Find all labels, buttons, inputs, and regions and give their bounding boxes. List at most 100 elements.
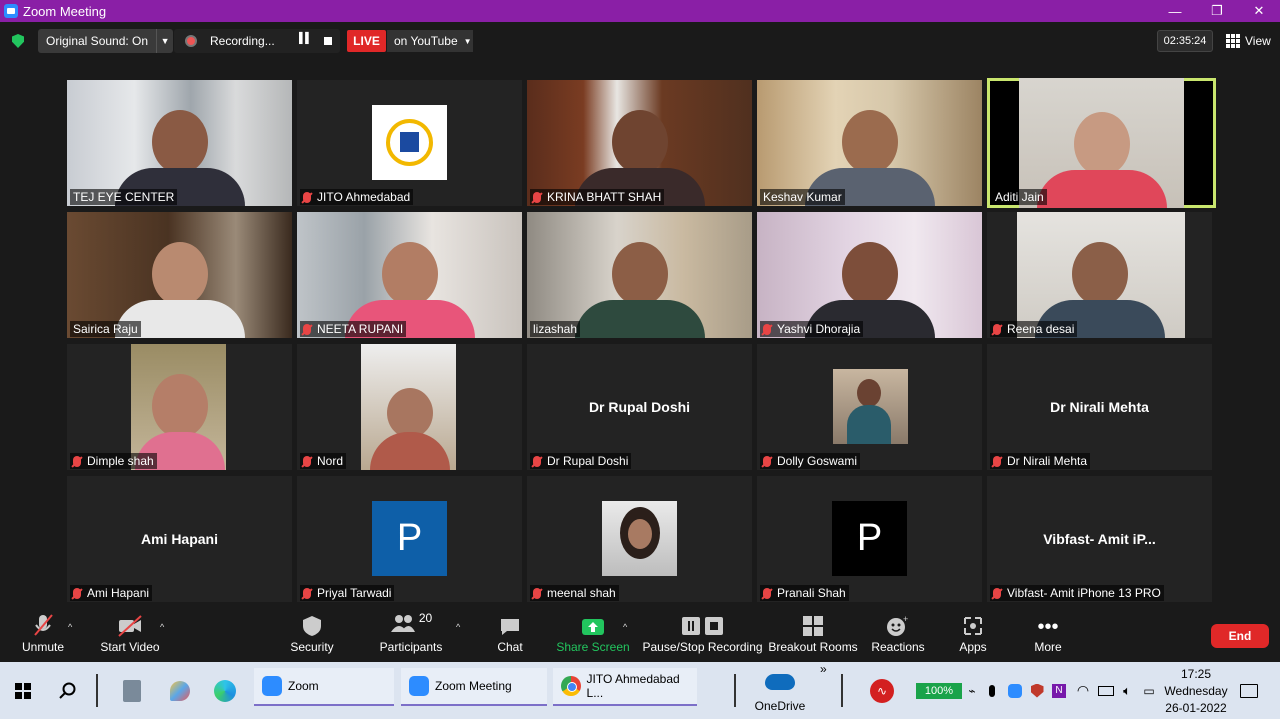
apps-button[interactable]: Apps	[953, 609, 993, 662]
usb-icon[interactable]: ⌁	[964, 662, 980, 719]
breakout-rooms-button[interactable]: Breakout Rooms	[768, 609, 858, 662]
onedrive-cloud-icon	[765, 674, 795, 690]
muted-mic-icon	[533, 455, 541, 467]
participant-name: Dr Rupal Doshi	[530, 453, 632, 469]
share-screen-icon	[582, 619, 604, 635]
livestream-target-dropdown[interactable]: on YouTube ▼	[387, 30, 473, 52]
video-tile[interactable]: Reena desai	[987, 212, 1212, 338]
reactions-button[interactable]: + Reactions	[871, 609, 924, 662]
search-button[interactable]	[56, 662, 80, 719]
chat-button[interactable]: Chat	[490, 609, 530, 662]
share-screen-button[interactable]: Share Screen	[556, 609, 630, 662]
zoom-tray-icon[interactable]	[1006, 662, 1024, 719]
onenote-icon[interactable]: N	[1050, 662, 1068, 719]
chevron-up-icon[interactable]: ^	[456, 622, 460, 632]
start-video-button[interactable]: Start Video	[100, 609, 160, 662]
unmute-label: Unmute	[21, 640, 65, 654]
muted-mic-icon	[763, 455, 771, 467]
video-tile[interactable]: P Priyal Tarwadi	[297, 476, 522, 602]
microphone-icon[interactable]	[984, 662, 1000, 719]
participants-button[interactable]: 20 Participants	[380, 609, 443, 662]
participant-name: Dr Nirali Mehta	[990, 453, 1091, 469]
volume-icon[interactable]: 🔈︎	[1118, 662, 1136, 719]
notifications-icon[interactable]	[1238, 662, 1260, 719]
muted-mic-icon	[73, 587, 81, 599]
minimize-button[interactable]: —	[1154, 0, 1196, 22]
muted-mic-icon	[34, 614, 53, 636]
security-button[interactable]: Security	[286, 609, 338, 662]
windows-taskbar: Zoom Zoom Meeting JITO Ahmedabad L... » …	[0, 662, 1280, 719]
more-dots-icon: •••	[1037, 616, 1059, 638]
paint-app-icon[interactable]	[168, 662, 192, 719]
maximize-button[interactable]: ❐	[1196, 0, 1238, 22]
chevron-up-icon[interactable]: ^	[623, 622, 627, 632]
participant-display-name: Dr Rupal Doshi	[588, 399, 691, 415]
video-tile[interactable]: Dr Rupal Doshi Dr Rupal Doshi	[527, 344, 752, 470]
health-monitor-icon[interactable]: ∿	[868, 662, 896, 719]
chevron-down-icon: ▼	[463, 36, 472, 46]
active-speaker-tile[interactable]: Aditi Jain	[987, 78, 1216, 208]
video-tile[interactable]: TEJ EYE CENTER	[67, 80, 292, 206]
taskbar-app-label: Zoom	[288, 679, 319, 693]
battery-icon[interactable]	[1096, 662, 1116, 719]
chevron-down-icon[interactable]: ▼	[156, 29, 173, 53]
unmute-button[interactable]: Unmute	[20, 609, 66, 662]
video-tile[interactable]: Dolly Goswami	[757, 344, 982, 470]
view-button[interactable]: View	[1226, 30, 1271, 52]
calculator-app-icon[interactable]	[120, 662, 144, 719]
onedrive-button[interactable]: OneDrive	[752, 670, 808, 716]
taskbar-divider	[96, 674, 98, 707]
more-button[interactable]: ••• More	[1028, 609, 1068, 662]
participant-name: JITO Ahmedabad	[300, 189, 414, 205]
edge-browser-icon[interactable]	[212, 662, 238, 719]
taskbar-divider	[734, 674, 736, 707]
muted-mic-icon	[993, 587, 1001, 599]
taskbar-app-chrome[interactable]: JITO Ahmedabad L...	[553, 668, 697, 706]
original-sound-toggle[interactable]: Original Sound: On ▼	[38, 29, 174, 53]
taskbar-app-zoom[interactable]: Zoom	[254, 668, 394, 706]
taskbar-app-label: Zoom Meeting	[435, 679, 512, 693]
participant-photo	[833, 369, 908, 444]
muted-mic-icon	[763, 587, 771, 599]
live-badge: LIVE	[347, 30, 386, 52]
taskbar-app-zoom-meeting[interactable]: Zoom Meeting	[401, 668, 547, 706]
video-tile[interactable]: P Pranali Shah	[757, 476, 982, 602]
battery-percent-badge[interactable]: 100%	[916, 683, 962, 699]
video-tile[interactable]: meenal shah	[527, 476, 752, 602]
video-tile[interactable]: Vibfast- Amit iP... Vibfast- Amit iPhone…	[987, 476, 1212, 602]
end-meeting-button[interactable]: End	[1211, 624, 1269, 648]
original-sound-label: Original Sound: On	[46, 34, 149, 48]
muted-mic-icon	[993, 455, 1001, 467]
video-tile[interactable]: Nord	[297, 344, 522, 470]
security-label: Security	[290, 640, 334, 654]
pause-recording-icon[interactable]: ▌▌	[299, 33, 312, 44]
onedrive-label: OneDrive	[754, 699, 806, 713]
taskbar-overflow-icon[interactable]: »	[820, 662, 827, 676]
encryption-shield-icon[interactable]	[12, 34, 24, 48]
display-icon[interactable]: ▭	[1140, 662, 1158, 719]
video-tile[interactable]: Keshav Kumar	[757, 80, 982, 206]
video-tile[interactable]: NEETA RUPANI	[297, 212, 522, 338]
video-tile[interactable]: JITO Ahmedabad	[297, 80, 522, 206]
pause-stop-icon	[681, 617, 723, 635]
chat-label: Chat	[497, 640, 523, 654]
close-button[interactable]: ✕	[1238, 0, 1280, 22]
clock[interactable]: 17:25 Wednesday 26-01-2022	[1160, 666, 1232, 718]
chevron-up-icon[interactable]: ^	[68, 622, 72, 632]
video-tile[interactable]: KRINA BHATT SHAH	[527, 80, 752, 206]
video-tile[interactable]: Dr Nirali Mehta Dr Nirali Mehta	[987, 344, 1212, 470]
muted-mic-icon	[993, 323, 1001, 335]
antivirus-icon[interactable]	[1028, 662, 1046, 719]
start-button[interactable]	[10, 662, 36, 719]
stop-recording-icon[interactable]	[324, 37, 332, 45]
video-tile[interactable]: Ami Hapani Ami Hapani	[67, 476, 292, 602]
pause-stop-recording-button[interactable]: Pause/Stop Recording	[642, 609, 763, 662]
wifi-icon[interactable]: ◠	[1074, 662, 1092, 719]
chevron-up-icon[interactable]: ^	[160, 622, 164, 632]
video-tile[interactable]: lizashah	[527, 212, 752, 338]
clock-date: 26-01-2022	[1165, 701, 1227, 715]
share-screen-label: Share Screen	[556, 640, 630, 654]
video-tile[interactable]: Dimple shah	[67, 344, 292, 470]
video-tile[interactable]: Sairica Raju	[67, 212, 292, 338]
video-tile[interactable]: Yashvi Dhorajia	[757, 212, 982, 338]
